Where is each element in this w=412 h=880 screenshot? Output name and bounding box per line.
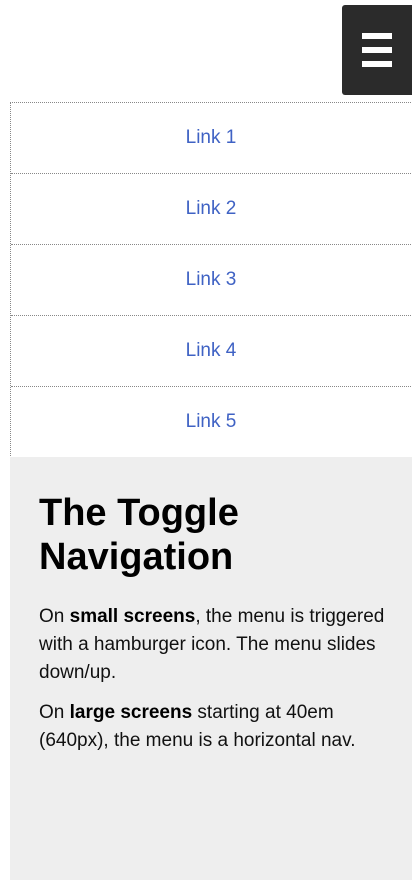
- nav-link-5[interactable]: Link 5: [186, 411, 237, 433]
- menu-toggle-button[interactable]: [342, 5, 412, 95]
- paragraph-prefix: On: [39, 606, 70, 627]
- main-content: The Toggle Navigation On small screens, …: [10, 457, 412, 880]
- paragraph-large-screens: On large screens starting at 40em (640px…: [39, 699, 388, 755]
- nav-item: Link 5: [11, 387, 411, 457]
- paragraph-small-screens: On small screens, the menu is triggered …: [39, 603, 388, 687]
- emphasis-small-screens: small screens: [69, 606, 196, 627]
- nav-item: Link 2: [11, 174, 411, 245]
- page-title-line-2: Navigation: [39, 536, 234, 578]
- nav-link-1[interactable]: Link 1: [186, 127, 237, 149]
- nav-link-4[interactable]: Link 4: [186, 340, 237, 362]
- hamburger-icon: [362, 33, 392, 67]
- nav-item: Link 4: [11, 316, 411, 387]
- nav-link-2[interactable]: Link 2: [186, 198, 237, 220]
- paragraph-prefix: On: [39, 702, 70, 723]
- emphasis-large-screens: large screens: [69, 702, 193, 723]
- page-title: The Toggle Navigation: [39, 491, 388, 579]
- nav-menu: Link 1 Link 2 Link 3 Link 4 Link 5: [10, 102, 411, 458]
- page-title-line-1: The Toggle: [39, 492, 239, 534]
- nav-item: Link 1: [11, 103, 411, 174]
- nav-link-3[interactable]: Link 3: [186, 269, 237, 291]
- nav-item: Link 3: [11, 245, 411, 316]
